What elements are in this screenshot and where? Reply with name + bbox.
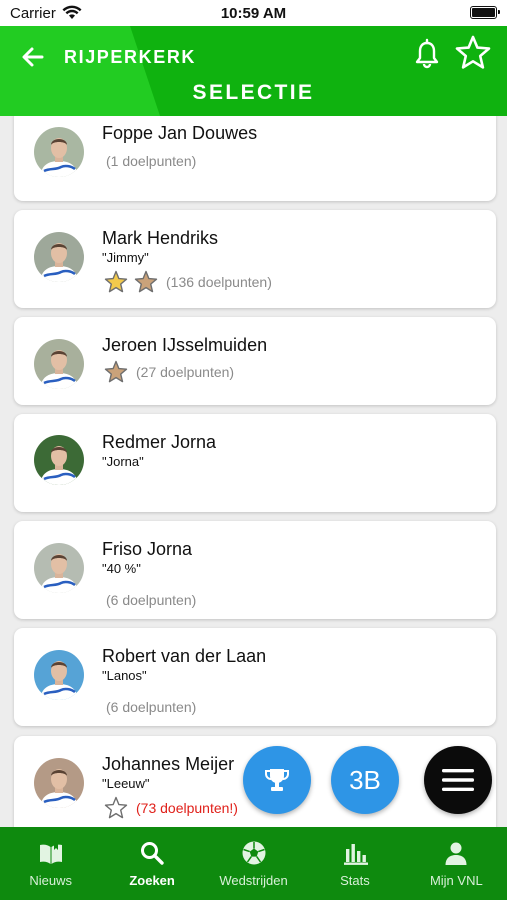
tab-zoeken[interactable]: Zoeken: [101, 827, 202, 900]
goal-count: (27 doelpunten): [136, 364, 235, 380]
bell-icon[interactable]: [413, 38, 441, 70]
player-card[interactable]: Mark Hendriks "Jimmy" (136 doelpunten): [14, 210, 496, 308]
player-nickname: "Lanos": [102, 668, 147, 683]
tab-label: Zoeken: [129, 873, 175, 888]
page-title: SELECTIE: [192, 81, 315, 104]
player-photo-icon: [34, 435, 84, 485]
bottom-tab-bar: Nieuws Zoeken Wedstrijden Stats Mijn VNL: [0, 827, 507, 900]
player-stats: (136 doelpunten): [104, 270, 272, 294]
goal-count: (6 doelpunten): [106, 699, 197, 715]
player-stats: (27 doelpunten): [104, 360, 234, 384]
player-name: Friso Jorna: [102, 539, 193, 559]
player-name: Johannes Meijer: [102, 754, 235, 774]
hamburger-menu-icon: [442, 769, 474, 791]
player-name: Foppe Jan Douwes: [102, 123, 258, 143]
avatar: [34, 543, 84, 593]
player-card[interactable]: Redmer Jorna "Jorna": [14, 414, 496, 512]
favorite-star-icon[interactable]: [454, 34, 492, 72]
player-stats: (6 doelpunten): [104, 695, 196, 719]
soccer-ball-icon: [242, 841, 266, 865]
player-card[interactable]: Jeroen IJsselmuiden (27 doelpunten): [14, 317, 496, 405]
player-stats: (73 doelpunten!): [104, 796, 238, 820]
status-bar: Carrier 10:59 AM: [0, 0, 507, 26]
player-card[interactable]: Friso Jorna "40 %" (6 doelpunten): [14, 521, 496, 619]
tab-stats[interactable]: Stats: [304, 827, 405, 900]
player-name: Jeroen IJsselmuiden: [102, 335, 268, 355]
player-photo-icon: [34, 758, 84, 808]
rating-star-icon: [104, 360, 128, 383]
app-header: RIJPERKERK SELECTIE: [0, 26, 507, 116]
player-name: Mark Hendriks: [102, 228, 219, 248]
player-name: Robert van der Laan: [102, 646, 267, 666]
avatar: [34, 758, 84, 808]
player-stats: (1 doelpunten): [104, 149, 196, 173]
book-icon: [39, 842, 62, 864]
tab-nieuws[interactable]: Nieuws: [0, 827, 101, 900]
avatar: [34, 435, 84, 485]
rating-star-icon: [104, 796, 128, 819]
player-card[interactable]: Robert van der Laan "Lanos" (6 doelpunten): [14, 628, 496, 726]
bar-chart-icon: [343, 844, 368, 865]
score-button[interactable]: 3B: [331, 746, 399, 814]
tab-label: Stats: [340, 873, 370, 888]
score-button-label: 3B: [349, 764, 381, 795]
club-name: RIJPERKERK: [64, 47, 197, 67]
player-photo-icon: [34, 543, 84, 593]
trophy-icon: [265, 769, 289, 791]
tab-wedstrijden[interactable]: Wedstrijden: [203, 827, 304, 900]
avatar: [34, 232, 84, 282]
player-nickname: "Jimmy": [102, 250, 149, 265]
tab-label: Wedstrijden: [219, 873, 288, 888]
rating-star-icon: [134, 270, 158, 293]
back-arrow-icon[interactable]: [18, 42, 48, 72]
clock: 10:59 AM: [220, 5, 287, 22]
tab-mijn-vnl[interactable]: Mijn VNL: [406, 827, 507, 900]
goal-count: (1 doelpunten): [106, 153, 197, 169]
battery-icon: [470, 6, 500, 19]
goal-count: (6 doelpunten): [106, 592, 197, 608]
goal-count: (73 doelpunten!): [136, 800, 238, 816]
player-card[interactable]: Foppe Jan Douwes (1 doelpunten): [14, 116, 496, 201]
player-nickname: "Leeuw": [102, 776, 150, 791]
avatar: [34, 127, 84, 177]
goal-count: (136 doelpunten): [166, 274, 272, 290]
trophy-button[interactable]: [243, 746, 311, 814]
avatar: [34, 650, 84, 700]
player-list: Foppe Jan Douwes (1 doelpunten) Mark Hendr…: [0, 116, 507, 827]
avatar: [34, 339, 84, 389]
player-photo-icon: [34, 339, 84, 389]
person-icon: [445, 842, 467, 865]
player-stats: (6 doelpunten): [104, 588, 196, 612]
menu-button[interactable]: [424, 746, 492, 814]
search-icon: [141, 842, 164, 865]
player-photo-icon: [34, 127, 84, 177]
player-nickname: "40 %": [102, 561, 141, 576]
player-name: Redmer Jorna: [102, 432, 217, 452]
tab-label: Mijn VNL: [429, 873, 483, 888]
tab-label: Nieuws: [29, 873, 73, 888]
player-photo-icon: [34, 232, 84, 282]
rating-star-icon: [104, 270, 128, 293]
player-photo-icon: [34, 650, 84, 700]
player-nickname: "Jorna": [102, 454, 144, 469]
